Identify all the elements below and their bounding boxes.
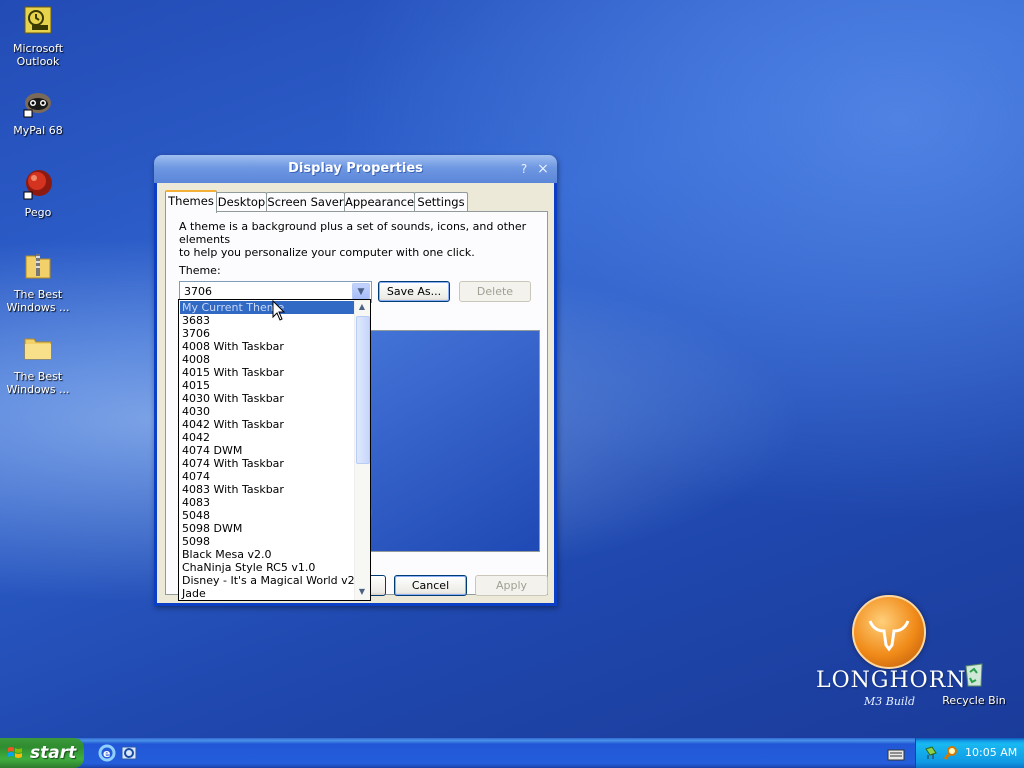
desktop-icon-outlook[interactable]: Microsoft Outlook: [0, 4, 76, 68]
outlook-icon: [24, 6, 52, 34]
scroll-down-icon[interactable]: ▼: [355, 585, 369, 599]
zip-folder-icon: [25, 254, 51, 279]
list-item[interactable]: 4008: [180, 353, 354, 366]
delete-button[interactable]: Delete: [459, 281, 531, 302]
list-item[interactable]: 4074 DWM: [180, 444, 354, 457]
tab-desktop[interactable]: Desktop: [216, 192, 267, 211]
start-label: start: [30, 743, 77, 763]
list-item[interactable]: ChaNinja Style RC5 v1.0: [180, 561, 354, 574]
recycle-bin-icon: [965, 663, 983, 687]
list-item[interactable]: 4030 With Taskbar: [180, 392, 354, 405]
cancel-button[interactable]: Cancel: [394, 575, 467, 596]
list-item[interactable]: 3706: [180, 327, 354, 340]
tab-themes[interactable]: Themes: [165, 190, 217, 213]
desktop-icon-pego[interactable]: Pego: [0, 168, 76, 219]
theme-description: A theme is a background plus a set of so…: [179, 220, 539, 259]
red-ball-icon: [23, 170, 52, 200]
list-item[interactable]: 4015: [180, 379, 354, 392]
desktop-icon-label: The Best: [13, 370, 63, 383]
raccoon-icon: [23, 93, 51, 118]
help-button[interactable]: ?: [515, 160, 533, 178]
list-item[interactable]: 4015 With Taskbar: [180, 366, 354, 379]
desktop-icon-label: Windows ...: [6, 383, 70, 396]
branding-subtitle: M3 Build: [864, 695, 916, 708]
list-item[interactable]: 5098 DWM: [180, 522, 354, 535]
save-as-button[interactable]: Save As...: [378, 281, 450, 302]
list-item[interactable]: 5098: [180, 535, 354, 548]
network-icon[interactable]: [924, 745, 938, 761]
desktop-icon-best-windows-folder[interactable]: The Best Windows ...: [0, 332, 76, 396]
desktop-icon-label: Microsoft: [12, 42, 64, 55]
desktop-icon-label: Recycle Bin: [942, 694, 1006, 707]
tab-screen-saver[interactable]: Screen Saver: [266, 192, 345, 211]
scroll-up-icon[interactable]: ▲: [355, 300, 369, 314]
taskbar-clock: 10:05 AM: [965, 746, 1018, 759]
description-line: to help you personalize your computer wi…: [179, 246, 475, 259]
windows-flag-icon: [8, 747, 22, 758]
bull-head-icon: [868, 620, 910, 652]
theme-combo-value: 3706: [184, 285, 212, 298]
desktop-icon-label: The Best: [13, 288, 63, 301]
desktop-icon-label: Windows ...: [6, 301, 70, 314]
outlook-express-icon[interactable]: [120, 744, 138, 762]
keyboard-icon[interactable]: [887, 746, 905, 764]
title-bar[interactable]: Display Properties ? ×: [154, 155, 557, 183]
list-item[interactable]: 4030: [180, 405, 354, 418]
desktop-icon-best-windows-zip[interactable]: The Best Windows ...: [0, 250, 76, 314]
tab-settings[interactable]: Settings: [414, 192, 468, 211]
desktop-icon-label: Outlook: [16, 55, 60, 68]
folder-icon: [24, 338, 52, 360]
longhorn-logo: [852, 595, 926, 669]
theme-label: Theme:: [179, 264, 221, 277]
search-icon[interactable]: [943, 745, 959, 761]
mouse-cursor-icon: [272, 300, 286, 321]
dialog-title: Display Properties: [288, 161, 423, 176]
tab-appearance[interactable]: Appearance: [344, 192, 415, 211]
internet-explorer-icon[interactable]: e: [98, 744, 116, 762]
desktop-icon-label: Pego: [24, 206, 52, 219]
desktop-icon-label: MyPal 68: [13, 124, 63, 137]
theme-dropdown-list[interactable]: My Current Theme 3683 3706 4008 With Tas…: [178, 299, 371, 601]
dropdown-scrollbar[interactable]: ▲ ▼: [354, 300, 370, 600]
description-line: A theme is a background plus a set of so…: [179, 220, 527, 246]
list-item[interactable]: Disney - It's a Magical World v2.0: [180, 574, 365, 587]
list-item[interactable]: 3683: [180, 314, 354, 327]
desktop-icon-recycle-bin[interactable]: Recycle Bin: [936, 658, 1012, 707]
list-item[interactable]: Jade: [180, 587, 354, 600]
list-item[interactable]: 5048: [180, 509, 354, 522]
desktop-icon-mypal[interactable]: MyPal 68: [0, 86, 76, 137]
list-item[interactable]: 4083 With Taskbar: [180, 483, 354, 496]
list-item[interactable]: 4008 With Taskbar: [180, 340, 354, 353]
svg-text:e: e: [103, 747, 110, 760]
list-item[interactable]: 4074 With Taskbar: [180, 457, 354, 470]
list-item[interactable]: 4074: [180, 470, 354, 483]
list-item[interactable]: My Current Theme: [180, 301, 354, 314]
taskbar: start e 10:05 AM: [0, 738, 1024, 768]
list-item[interactable]: 4042 With Taskbar: [180, 418, 354, 431]
list-item[interactable]: Black Mesa v2.0: [180, 548, 354, 561]
start-button[interactable]: start: [0, 738, 84, 768]
list-item[interactable]: 4042: [180, 431, 354, 444]
apply-button[interactable]: Apply: [475, 575, 548, 596]
close-button[interactable]: ×: [534, 160, 552, 178]
scroll-thumb[interactable]: [356, 316, 370, 464]
list-item[interactable]: 4083: [180, 496, 354, 509]
